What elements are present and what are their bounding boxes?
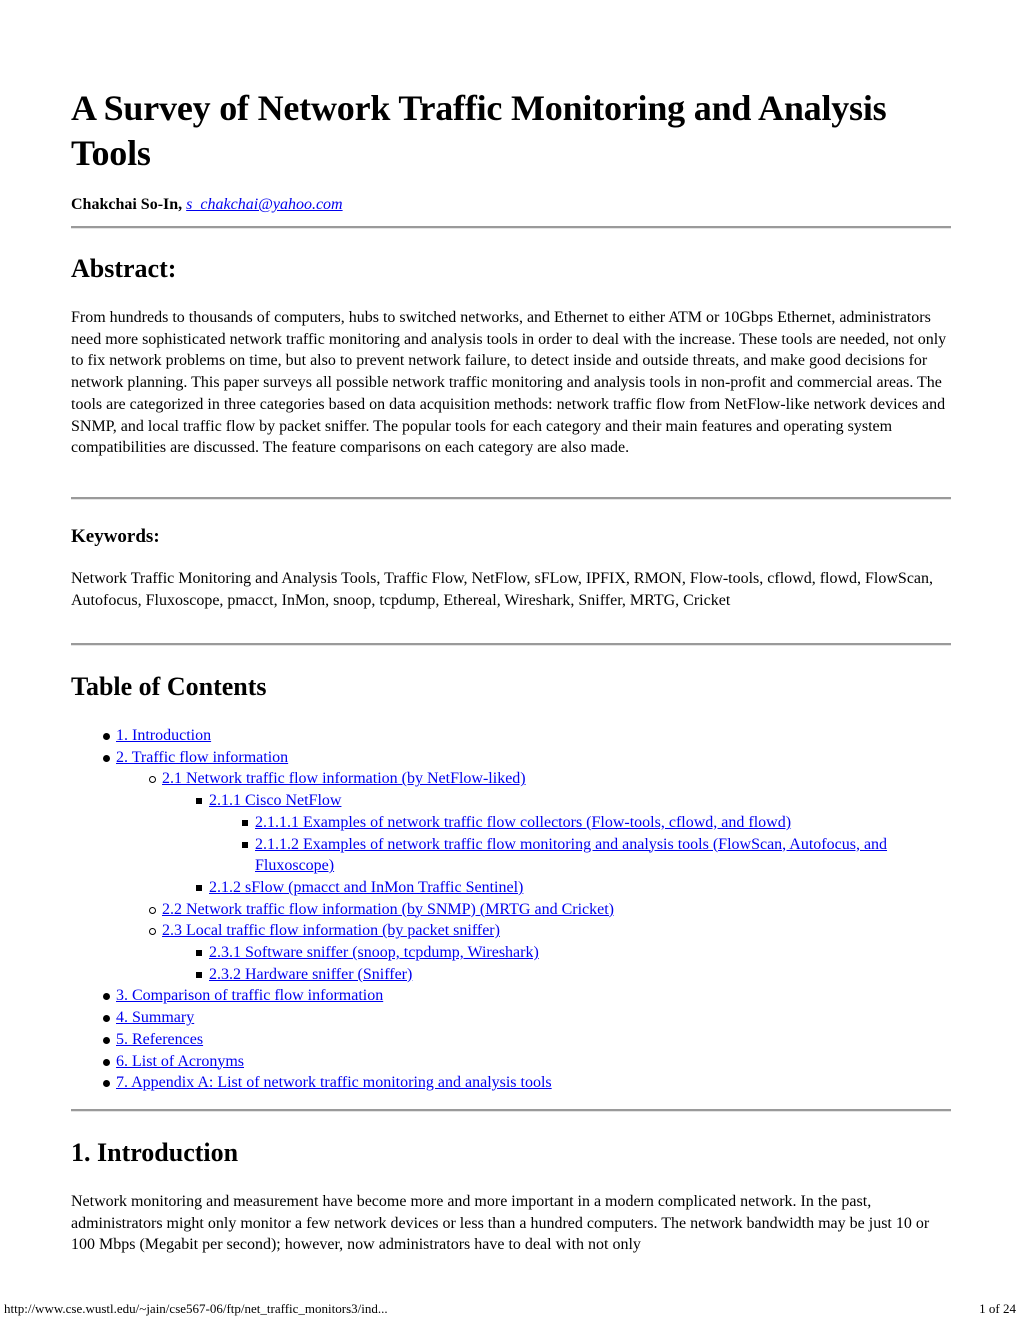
author-line: Chakchai So-In, s_chakchai@yahoo.com	[71, 196, 343, 214]
toc-item: 2.1 Network traffic flow information (by…	[149, 768, 936, 790]
toc-link[interactable]: 2.1 Network traffic flow information (by…	[162, 768, 936, 790]
toc-item: 2.1.1.1 Examples of network traffic flow…	[242, 812, 936, 834]
abstract-heading: Abstract:	[71, 254, 177, 283]
footer-url: http://www.cse.wustl.edu/~jain/cse567-06…	[4, 1301, 388, 1316]
toc-link[interactable]: 2.3.1 Software sniffer (snoop, tcpdump, …	[209, 942, 936, 964]
toc-item: 5. References	[103, 1029, 936, 1051]
toc-item: 2.1.1 Cisco NetFlow	[196, 790, 936, 812]
introduction-heading: 1. Introduction	[71, 1138, 239, 1167]
divider	[71, 226, 951, 229]
toc-item: 2.1.2 sFlow (pmacct and InMon Traffic Se…	[196, 877, 936, 899]
toc-item: 2.3.1 Software sniffer (snoop, tcpdump, …	[196, 942, 936, 964]
divider	[71, 643, 951, 646]
introduction-text: Network monitoring and measurement have …	[71, 1193, 930, 1254]
print-footer: http://www.cse.wustl.edu/~jain/cse567-06…	[0, 1300, 1020, 1320]
toc-item: 7. Appendix A: List of network traffic m…	[103, 1072, 936, 1094]
footer-page-number: 1 of 24	[979, 1301, 1016, 1316]
toc-item: 2. Traffic flow information	[103, 747, 936, 769]
toc-link[interactable]: 2. Traffic flow information	[116, 747, 936, 769]
toc-heading: Table of Contents	[71, 672, 267, 701]
toc-link[interactable]: 4. Summary	[116, 1007, 936, 1029]
author-email-link[interactable]: s_chakchai@yahoo.com	[186, 196, 342, 213]
toc-link[interactable]: 2.3.2 Hardware sniffer (Sniffer)	[209, 964, 936, 986]
toc-link[interactable]: 3. Comparison of traffic flow informatio…	[116, 985, 936, 1007]
divider	[71, 1109, 951, 1112]
toc-link[interactable]: 2.3 Local traffic flow information (by p…	[162, 920, 936, 942]
keywords-text: Network Traffic Monitoring and Analysis …	[71, 570, 934, 609]
toc-item: 2.3 Local traffic flow information (by p…	[149, 920, 936, 942]
toc-link[interactable]: 2.1.1.2 Examples of network traffic flow…	[255, 834, 936, 877]
toc-link[interactable]: 2.2 Network traffic flow information (by…	[162, 899, 936, 921]
toc-link[interactable]: 7. Appendix A: List of network traffic m…	[116, 1072, 936, 1094]
table-of-contents: 1. Introduction 2. Traffic flow informati…	[103, 725, 936, 1094]
toc-link[interactable]: 5. References	[116, 1029, 936, 1051]
toc-link[interactable]: 2.1.1 Cisco NetFlow	[209, 790, 936, 812]
toc-link[interactable]: 1. Introduction	[116, 725, 936, 747]
toc-item: 6. List of Acronyms	[103, 1051, 936, 1073]
toc-link[interactable]: 6. List of Acronyms	[116, 1051, 936, 1073]
keywords-heading: Keywords:	[71, 526, 160, 547]
toc-item: 2.3.2 Hardware sniffer (Sniffer)	[196, 964, 936, 986]
toc-item: 3. Comparison of traffic flow informatio…	[103, 985, 936, 1007]
toc-link[interactable]: 2.1.1.1 Examples of network traffic flow…	[255, 812, 936, 834]
toc-item: 2.2 Network traffic flow information (by…	[149, 899, 936, 921]
toc-item: 1. Introduction	[103, 725, 936, 747]
document-title: A Survey of Network Traffic Monitoring a…	[71, 88, 887, 173]
toc-item: 4. Summary	[103, 1007, 936, 1029]
toc-link[interactable]: 2.1.2 sFlow (pmacct and InMon Traffic Se…	[209, 877, 936, 899]
divider	[71, 497, 951, 500]
toc-item: 2.1.1.2 Examples of network traffic flow…	[242, 834, 936, 877]
abstract-text: From hundreds to thousands of computers,…	[71, 309, 947, 457]
author-name: Chakchai So-In,	[71, 196, 183, 213]
